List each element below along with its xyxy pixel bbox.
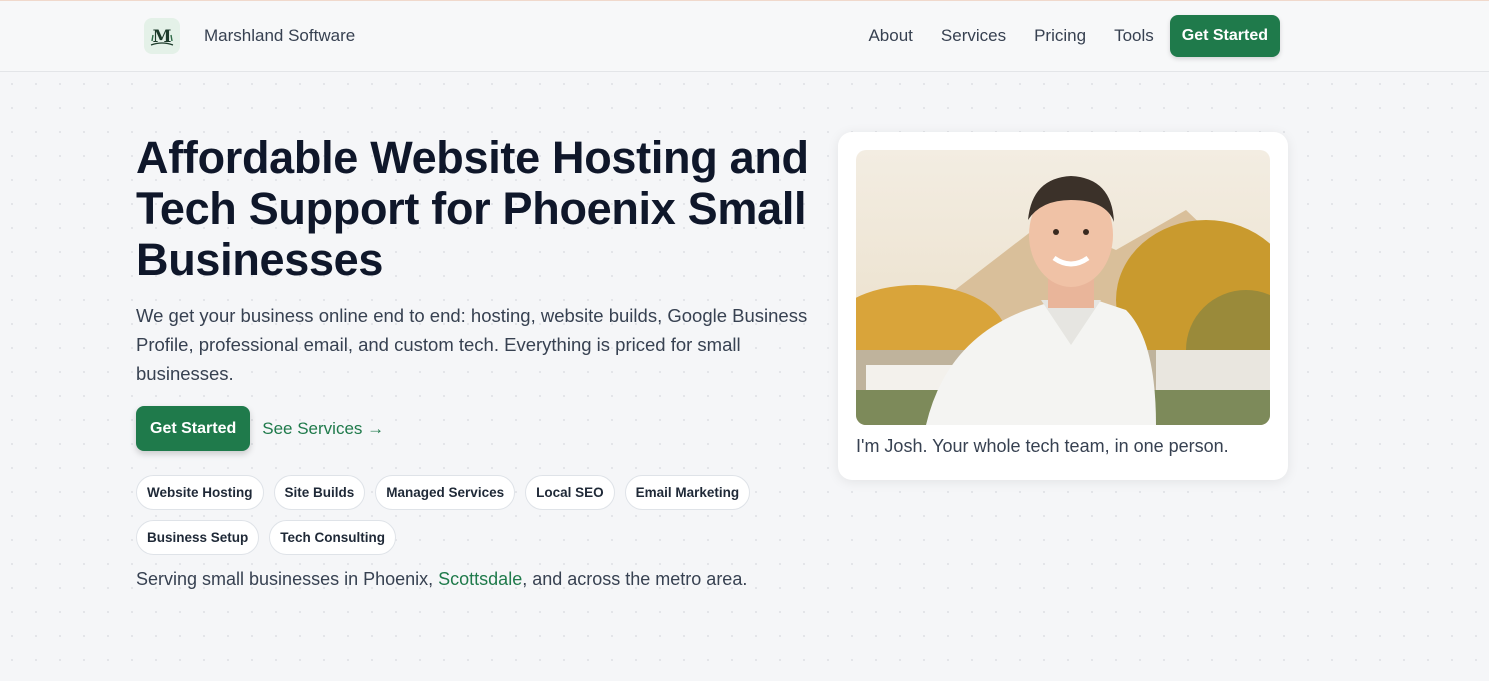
nav-services[interactable]: Services [941, 26, 1006, 46]
scottsdale-link[interactable]: Scottsdale [438, 569, 522, 589]
founder-caption: I'm Josh. Your whole tech team, in one p… [856, 436, 1229, 456]
service-area-text: Serving small businesses in Phoenix, Sco… [136, 569, 747, 590]
brand-name[interactable]: Marshland Software [204, 26, 355, 46]
tag-tech-consulting[interactable]: Tech Consulting [269, 520, 397, 555]
tag-site-builds[interactable]: Site Builds [273, 475, 366, 510]
site-header: M Marshland Software About Services Pric… [0, 1, 1489, 72]
nav-tools[interactable]: Tools [1114, 26, 1154, 46]
tag-local-seo[interactable]: Local SEO [525, 475, 615, 510]
tag-business-setup[interactable]: Business Setup [136, 520, 260, 555]
service-area-suffix: , and across the metro area. [522, 569, 748, 589]
founder-photo [856, 150, 1270, 425]
tag-website-hosting[interactable]: Website Hosting [136, 475, 264, 510]
logo-icon[interactable]: M [144, 18, 180, 54]
hero-cta-row: Get Started See Services → [136, 406, 384, 451]
hero-title: Affordable Website Hosting and Tech Supp… [136, 132, 809, 285]
tag-email-marketing[interactable]: Email Marketing [624, 475, 751, 510]
tag-managed-services[interactable]: Managed Services [375, 475, 516, 510]
see-services-link[interactable]: See Services → [262, 419, 384, 439]
header-get-started-button[interactable]: Get Started [1169, 15, 1280, 57]
founder-card: I'm Josh. Your whole tech team, in one p… [838, 132, 1288, 480]
hero-description: We get your business online end to end: … [136, 305, 808, 384]
hero-get-started-button[interactable]: Get Started [136, 406, 251, 451]
main-nav: About Services Pricing Tools Get Started [840, 15, 1280, 57]
nav-about[interactable]: About [868, 26, 912, 46]
service-area-prefix: Serving small businesses in Phoenix, [136, 569, 439, 589]
service-tags: Website Hosting Site Builds Managed Serv… [136, 475, 776, 565]
nav-pricing[interactable]: Pricing [1034, 26, 1086, 46]
